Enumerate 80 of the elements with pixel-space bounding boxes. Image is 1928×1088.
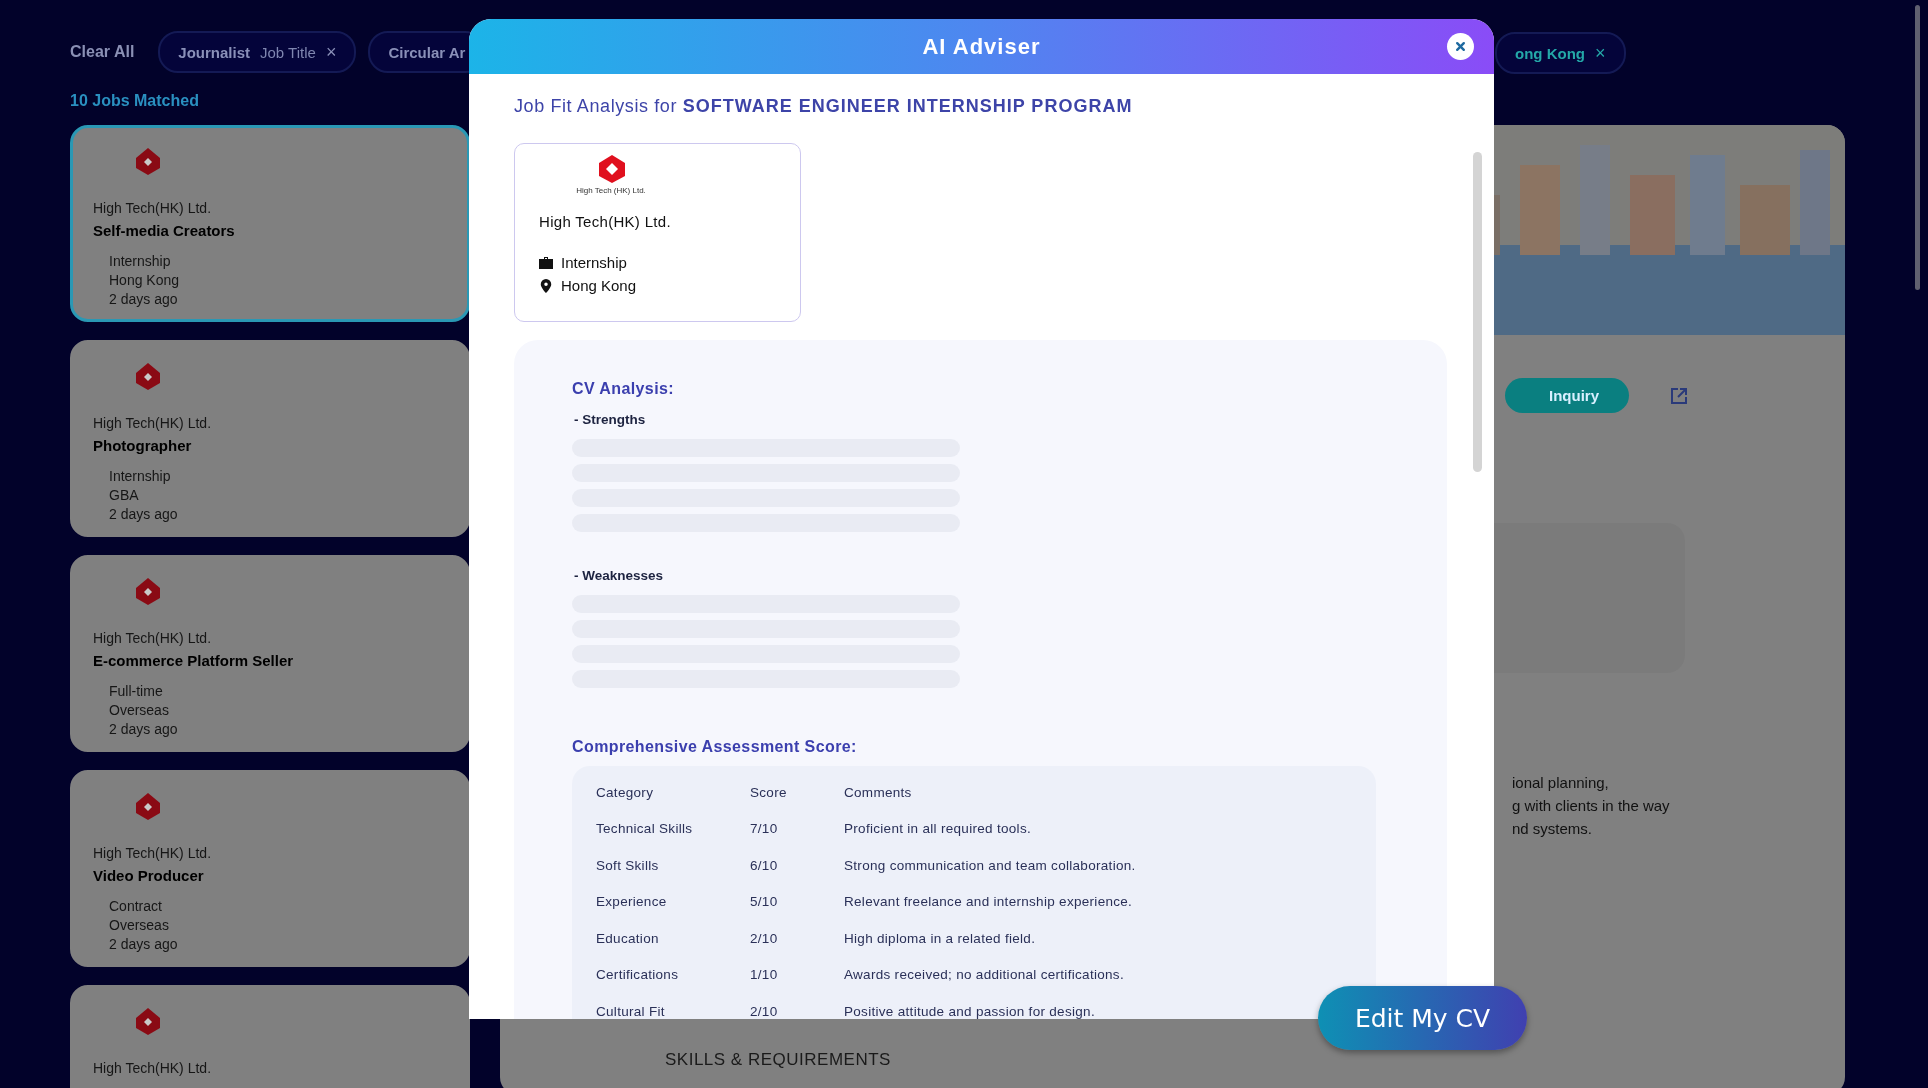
table-cell-text: 7/10 <box>750 821 779 837</box>
section-label: - Strengths <box>574 412 647 427</box>
scrollbar-thumb[interactable] <box>1473 152 1482 472</box>
external-link-icon[interactable] <box>1669 385 1689 406</box>
table-cell-text: Experience <box>596 894 668 910</box>
logo-icon <box>133 146 163 176</box>
job-type: Contract <box>108 898 163 914</box>
filter-chip[interactable]: Journalist Job Title × <box>158 31 357 73</box>
column-header: Score <box>750 784 788 800</box>
table-cell-text: Soft Skills <box>596 857 660 873</box>
page-scrollbar-thumb[interactable] <box>1915 5 1920 290</box>
logo-icon <box>133 791 163 821</box>
job-location: Overseas <box>108 702 170 718</box>
table-cell: Strong communication and team collaboration. <box>844 857 1136 873</box>
logo-icon <box>133 576 163 606</box>
section-label: - Weaknesses <box>574 568 665 583</box>
filter-chip[interactable]: ong Kong × <box>1495 32 1626 74</box>
logo-icon <box>133 1006 163 1036</box>
inquiry-button[interactable]: Inquiry <box>1505 378 1629 413</box>
section-heading: SKILLS & REQUIREMENTS <box>665 1050 891 1070</box>
description-text: nd systems. <box>1512 819 1594 839</box>
job-type: Full-time <box>108 683 164 699</box>
posted-time: 2 days ago <box>108 291 179 307</box>
company-name: High Tech(HK) Ltd. <box>93 1060 212 1076</box>
section-title: Comprehensive Assessment Score: <box>572 738 858 756</box>
logo-caption: High Tech (HK) Ltd. <box>575 186 647 195</box>
column-header: Comments <box>844 784 912 800</box>
company-name: High Tech(HK) Ltd. <box>93 630 212 646</box>
job-fit-heading: Job Fit Analysis for SOFTWARE ENGINEER INTERNSHIP PROGRAM <box>514 96 1134 117</box>
logo-icon <box>133 361 163 391</box>
posted-time: 2 days ago <box>108 721 179 737</box>
company-name: High Tech(HK) Ltd. <box>93 200 212 216</box>
job-title: Video Producer <box>93 867 205 884</box>
job-type: Internship <box>108 253 172 269</box>
close-button[interactable] <box>1447 33 1474 60</box>
briefcase-icon <box>539 255 553 270</box>
job-card[interactable]: High Tech(HK) Ltd. Video Producer Contract Overseas 2 days ago <box>70 770 470 967</box>
posted-time: 2 days ago <box>108 506 179 522</box>
table-cell: Proficient in all required tools. <box>844 821 1031 837</box>
table-cell-text: Cultural Fit <box>596 1003 666 1019</box>
table-cell-text: 5/10 <box>750 894 779 910</box>
job-card[interactable]: High Tech(HK) Ltd. Photographer Internship GBA 2 days ago <box>70 340 470 537</box>
logo-icon <box>597 154 627 184</box>
clear-all-link[interactable]: Clear All <box>70 43 135 61</box>
company-name: High Tech(HK) Ltd. <box>93 845 212 861</box>
job-title: Photographer <box>93 437 193 454</box>
job-card[interactable]: High Tech(HK) Ltd. Self-media Creators Internship Hong Kong 2 days ago <box>70 125 470 322</box>
job-type: Internship <box>561 254 627 271</box>
table-cell-text: Education <box>596 930 660 946</box>
table-cell-text: 6/10 <box>750 857 779 873</box>
dialog-title: AI Adviser <box>922 33 1041 60</box>
company-name: High Tech(HK) Ltd. <box>539 213 672 230</box>
edit-cv-button[interactable]: Edit My CV <box>1318 986 1527 1050</box>
table-cell-text: Certifications <box>596 967 680 983</box>
posted-time: 2 days ago <box>108 936 179 952</box>
company-name: High Tech(HK) Ltd. <box>93 415 212 431</box>
job-title: E-commerce Platform Seller <box>93 652 295 669</box>
job-location: Hong Kong <box>561 277 637 294</box>
table-cell: Relevant freelance and internship experience. <box>844 894 1133 910</box>
table-cell-text: 2/10 <box>750 930 779 946</box>
location-pin-icon <box>539 278 553 293</box>
table-cell: High diploma in a related field. <box>844 930 1036 946</box>
job-location: Hong Kong <box>108 272 181 288</box>
job-location: GBA <box>108 487 140 503</box>
table-cell: Awards received; no additional certifications. <box>844 967 1124 983</box>
table-cell-text: Technical Skills <box>596 821 694 837</box>
section-title: CV Analysis: <box>572 380 676 398</box>
description-text: ional planning, <box>1512 773 1610 793</box>
job-card[interactable]: High Tech(HK) Ltd. E-commerce Platform Seller Full-time Overseas 2 days ago <box>70 555 470 752</box>
job-location: Overseas <box>108 917 170 933</box>
table-cell: Positive attitude and passion for design. <box>844 1003 1095 1019</box>
job-type: Internship <box>108 468 172 484</box>
job-title: Self-media Creators <box>93 222 236 239</box>
description-text: g with clients in the way <box>1512 796 1671 816</box>
table-cell-text: 1/10 <box>750 967 779 983</box>
job-card[interactable]: High Tech(HK) Ltd. <box>70 985 470 1088</box>
jobs-matched-count: 10 Jobs Matched <box>70 92 199 111</box>
column-header: Category <box>596 784 655 800</box>
table-cell-text: 2/10 <box>750 1003 779 1019</box>
close-icon <box>1455 41 1466 52</box>
